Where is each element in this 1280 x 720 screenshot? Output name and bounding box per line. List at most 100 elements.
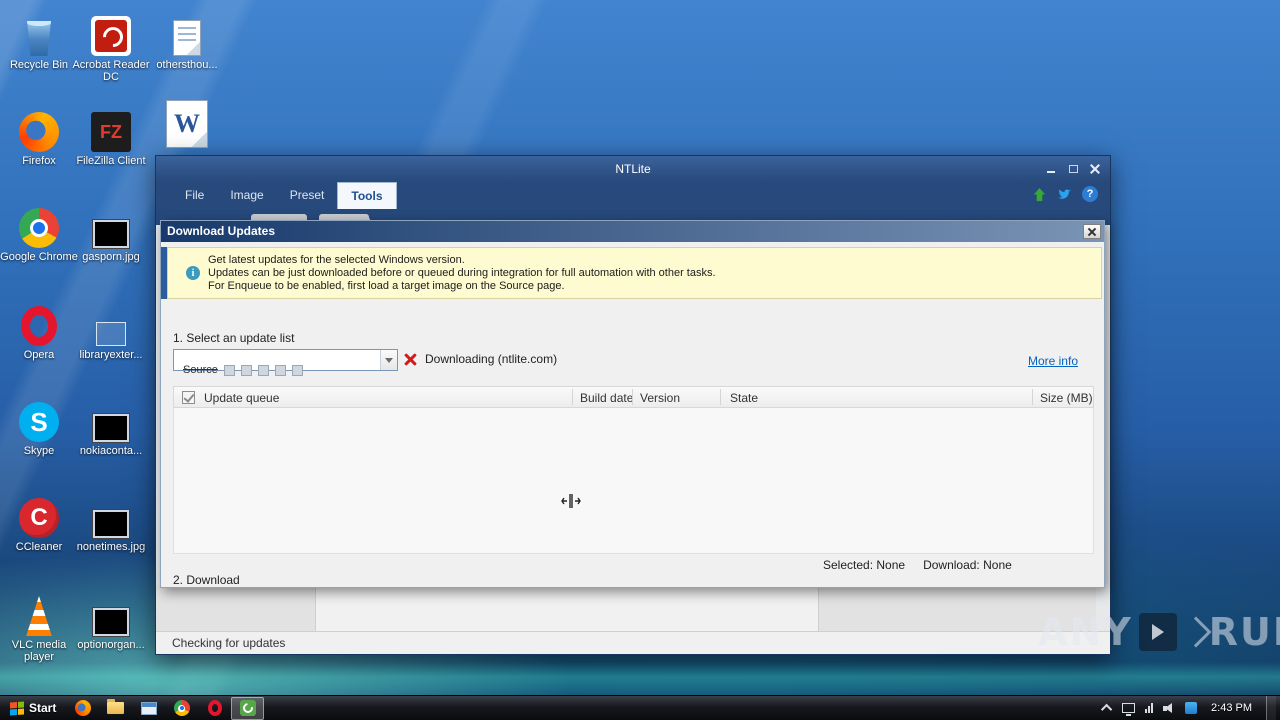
network-tray-icon[interactable] — [1145, 703, 1154, 713]
resize-cursor — [560, 493, 582, 514]
column-separator[interactable] — [572, 389, 573, 405]
desktop-icon-word-document[interactable] — [148, 100, 226, 151]
taskbar-explorer-button[interactable] — [99, 697, 132, 720]
column-separator[interactable] — [720, 389, 721, 405]
window-titlebar[interactable]: NTLite — [156, 156, 1110, 182]
tab-tools[interactable]: Tools — [337, 182, 397, 209]
column-build-date[interactable]: Build date — [580, 391, 633, 405]
column-size-mb[interactable]: Size (MB) — [1040, 391, 1093, 405]
step2-label: 2. Download — [173, 573, 240, 587]
maximize-button[interactable] — [1064, 161, 1082, 177]
firefox-icon — [74, 700, 91, 716]
start-button[interactable]: Start — [0, 696, 66, 720]
desktop-icon-ccleaner[interactable]: CCleaner — [0, 490, 78, 553]
desktop-icon-label: CCleaner — [15, 541, 63, 553]
desktop-icon-libraryexter[interactable]: libraryexter... — [72, 298, 150, 361]
background-panel-left — [156, 585, 316, 631]
taskbar-clock[interactable]: 2:43 PM — [1207, 702, 1256, 714]
remnant-toolbar-icon — [274, 364, 286, 376]
remnant-toolbar-icon — [257, 364, 269, 376]
taskbar-window-button[interactable] — [132, 697, 165, 720]
desktop-icon-label: Firefox — [22, 155, 56, 167]
hidden-icons-chevron[interactable] — [1100, 703, 1113, 716]
dialog-title: Download Updates — [167, 224, 276, 238]
info-icon: i — [186, 266, 200, 280]
remnant-toolbar-icon — [240, 364, 252, 376]
column-update-queue[interactable]: Update queue — [204, 391, 279, 405]
page-file-icon — [148, 8, 226, 56]
minimize-button[interactable] — [1042, 161, 1060, 177]
taskbar-opera-button[interactable] — [198, 697, 231, 720]
desktop-icon-label: optionorgan... — [77, 639, 145, 651]
info-banner: i Get latest updates for the selected Wi… — [167, 247, 1102, 299]
start-label: Start — [29, 701, 57, 715]
desktop-icon-label: libraryexter... — [79, 349, 143, 361]
select-all-checkbox[interactable] — [182, 391, 195, 404]
background-panel-center — [316, 585, 819, 631]
skype-icon — [0, 394, 78, 442]
image-file-icon — [72, 394, 150, 442]
desktop-icon-label: gasporn.jpg — [82, 251, 140, 263]
dialog-titlebar[interactable]: Download Updates — [161, 221, 1104, 242]
column-separator[interactable] — [632, 389, 633, 405]
anyrun-triangle-icon — [1180, 616, 1212, 648]
tab-preset[interactable]: Preset — [277, 182, 338, 209]
close-button[interactable] — [1086, 161, 1104, 177]
column-state[interactable]: State — [730, 391, 758, 405]
update-table-body[interactable] — [173, 408, 1094, 554]
volume-tray-icon[interactable] — [1163, 702, 1175, 714]
action-center-flag-icon[interactable] — [1185, 702, 1198, 714]
desktop-icon-label: Recycle Bin — [9, 59, 69, 71]
download-status: Downloading (ntlite.com) — [404, 352, 557, 366]
twitter-icon[interactable] — [1056, 187, 1073, 202]
remnant-source-label: Source — [183, 364, 218, 376]
more-info-link[interactable]: More info — [1028, 354, 1078, 368]
window-title: NTLite — [615, 162, 651, 176]
dialog-close-button[interactable] — [1083, 224, 1101, 239]
info-line: For Enqueue to be enabled, first load a … — [208, 279, 565, 292]
help-icon[interactable]: ? — [1082, 186, 1098, 202]
column-separator[interactable] — [1032, 389, 1033, 405]
desktop-icon-filezilla[interactable]: FileZilla Client — [72, 104, 150, 167]
desktop-icon-skype[interactable]: Skype — [0, 394, 78, 457]
desktop-icon-google-chrome[interactable]: Google Chrome — [0, 200, 78, 263]
tab-image[interactable]: Image — [217, 182, 276, 209]
maximize-icon — [1068, 165, 1078, 173]
desktop-icon-firefox[interactable]: Firefox — [0, 104, 78, 167]
info-line: Updates can be just downloaded before or… — [208, 266, 716, 279]
opera-icon — [0, 298, 78, 346]
selected-count: Selected: None — [823, 558, 906, 572]
acrobat-icon — [72, 8, 150, 56]
display-tray-icon[interactable] — [1122, 703, 1136, 716]
show-desktop-button[interactable] — [1266, 696, 1276, 720]
taskbar-chrome-button[interactable] — [165, 697, 198, 720]
column-version[interactable]: Version — [640, 391, 680, 405]
image-file-icon — [72, 200, 150, 248]
download-updates-dialog: Download Updates i Get latest updates fo… — [160, 220, 1105, 588]
desktop-icon-othersthou[interactable]: othersthou... — [148, 8, 226, 71]
windows-logo-icon — [10, 701, 24, 715]
desktop-icon-label: VLC media player — [11, 639, 67, 663]
desktop-icon-opera[interactable]: Opera — [0, 298, 78, 361]
desktop-icon-vlc[interactable]: VLC media player — [0, 588, 78, 663]
upgrade-arrow-icon[interactable] — [1032, 187, 1047, 202]
step1-label: 1. Select an update list — [173, 331, 295, 345]
recycle-bin-icon — [0, 8, 78, 56]
desktop-icon-recycle-bin[interactable]: Recycle Bin — [0, 8, 78, 71]
chevron-down-icon[interactable] — [380, 350, 397, 370]
desktop-icon-nonetimes-jpg[interactable]: nonetimes.jpg — [72, 490, 150, 553]
desktop-icon-nokiaconta[interactable]: nokiaconta... — [72, 394, 150, 457]
taskbar: Start 2:43 PM — [0, 695, 1280, 720]
desktop-icon-acrobat-reader[interactable]: Acrobat Reader DC — [72, 8, 150, 83]
taskbar-firefox-button[interactable] — [66, 697, 99, 720]
desktop-icon-label: FileZilla Client — [76, 155, 146, 167]
filezilla-icon — [72, 104, 150, 152]
firefox-icon — [0, 104, 78, 152]
desktop-icon-gasporn-jpg[interactable]: gasporn.jpg — [72, 200, 150, 263]
taskbar-ntlite-button[interactable] — [231, 696, 265, 720]
desktop-icon-label: Skype — [23, 445, 55, 457]
desktop-icon-optionorgan[interactable]: optionorgan... — [72, 588, 150, 651]
tab-file[interactable]: File — [172, 182, 217, 209]
desktop-icon-label: Opera — [23, 349, 55, 361]
download-status-text: Downloading (ntlite.com) — [425, 352, 558, 366]
